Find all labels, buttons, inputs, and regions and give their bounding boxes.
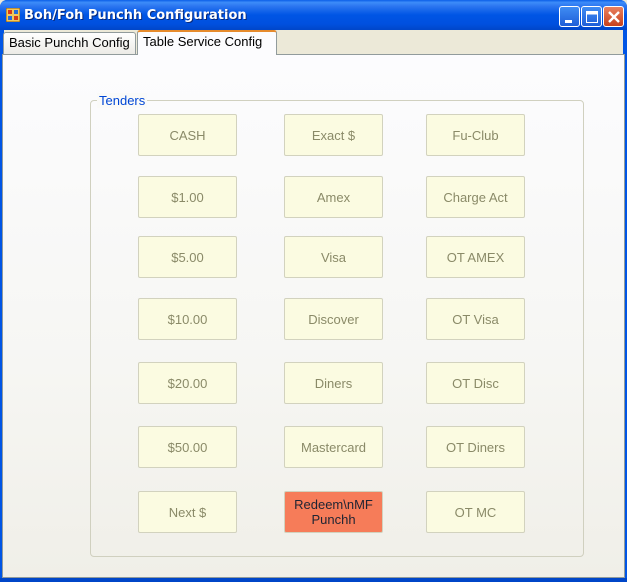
tender-button-discover[interactable]: Discover [284, 298, 383, 340]
tender-button-20-00[interactable]: $20.00 [138, 362, 237, 404]
tender-button-next[interactable]: Next $ [138, 491, 237, 533]
tender-button-exact[interactable]: Exact $ [284, 114, 383, 156]
tender-button-diners[interactable]: Diners [284, 362, 383, 404]
tender-button-ot-visa[interactable]: OT Visa [426, 298, 525, 340]
window-frame-bottom [0, 578, 627, 582]
tender-button-charge-act[interactable]: Charge Act [426, 176, 525, 218]
tab-label: Basic Punchh Config [9, 35, 130, 50]
tender-button-1-00[interactable]: $1.00 [138, 176, 237, 218]
tab-label: Table Service Config [143, 34, 263, 49]
tenders-group-label: Tenders [97, 93, 148, 108]
tender-button-50-00[interactable]: $50.00 [138, 426, 237, 468]
tender-button-10-00[interactable]: $10.00 [138, 298, 237, 340]
tender-button-redeem-mf-punchh[interactable]: Redeem\nMF Punchh [284, 491, 383, 533]
maximize-icon [586, 11, 598, 23]
tender-button-ot-mc[interactable]: OT MC [426, 491, 525, 533]
app-icon [6, 8, 20, 22]
minimize-icon [565, 20, 572, 23]
title-bar[interactable]: Boh/Foh Punchh Configuration [0, 0, 627, 30]
tender-button-5-00[interactable]: $5.00 [138, 236, 237, 278]
tab-basic-punchh-config[interactable]: Basic Punchh Config [3, 32, 136, 54]
tender-button-cash[interactable]: CASH [138, 114, 237, 156]
tender-button-ot-disc[interactable]: OT Disc [426, 362, 525, 404]
minimize-button[interactable] [559, 6, 580, 27]
close-button[interactable] [603, 6, 624, 27]
tender-button-amex[interactable]: Amex [284, 176, 383, 218]
maximize-button[interactable] [581, 6, 602, 27]
tab-table-service-config[interactable]: Table Service Config [137, 30, 277, 55]
tender-button-ot-diners[interactable]: OT Diners [426, 426, 525, 468]
window-title: Boh/Foh Punchh Configuration [24, 8, 247, 23]
tender-button-visa[interactable]: Visa [284, 236, 383, 278]
close-icon [608, 11, 620, 23]
tender-button-ot-amex[interactable]: OT AMEX [426, 236, 525, 278]
tender-button-fu-club[interactable]: Fu-Club [426, 114, 525, 156]
tender-button-mastercard[interactable]: Mastercard [284, 426, 383, 468]
